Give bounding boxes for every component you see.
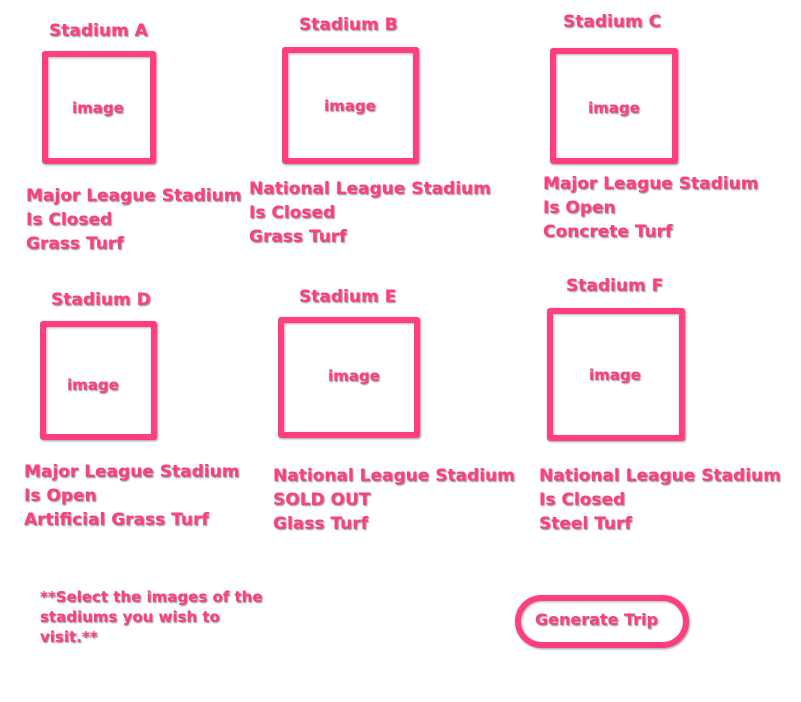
stadium-b-league: National League Stadium bbox=[249, 179, 491, 199]
stadium-d-title: Stadium D bbox=[51, 290, 151, 310]
stadium-a-turf: Grass Turf bbox=[26, 234, 124, 254]
stadium-a-title: Stadium A bbox=[49, 21, 148, 41]
stadium-d-turf: Artificial Grass Turf bbox=[24, 510, 209, 530]
stadium-d-status: Is Open bbox=[24, 486, 97, 506]
stadium-e-league: National League Stadium bbox=[273, 466, 515, 486]
stadium-c-image[interactable]: image bbox=[550, 48, 678, 164]
instructions-text: **Select the images of the stadiums you … bbox=[40, 588, 263, 646]
stadium-e-status: SOLD OUT bbox=[273, 490, 371, 510]
stadium-b-image-label: image bbox=[324, 97, 376, 115]
stadium-f-image[interactable]: image bbox=[547, 308, 685, 441]
stadium-b-title: Stadium B bbox=[299, 15, 398, 35]
generate-trip-button[interactable]: Generate Trip bbox=[515, 595, 689, 648]
stadium-a-image-label: image bbox=[72, 99, 124, 117]
stadium-d-league: Major League Stadium bbox=[24, 462, 240, 482]
stadium-c-title: Stadium C bbox=[563, 12, 662, 32]
stadium-e-image[interactable]: image bbox=[278, 317, 420, 438]
stadium-f-status: Is Closed bbox=[539, 490, 626, 510]
stadium-f-league: National League Stadium bbox=[539, 466, 781, 486]
stadium-e-turf: Glass Turf bbox=[273, 514, 369, 534]
stadium-a-image[interactable]: image bbox=[42, 51, 156, 164]
stadium-f-image-label: image bbox=[589, 366, 641, 384]
stadium-f-turf: Steel Turf bbox=[539, 514, 632, 534]
stadium-a-status: Is Closed bbox=[26, 210, 113, 230]
stadium-e-title: Stadium E bbox=[299, 287, 397, 307]
stadium-e-image-label: image bbox=[328, 367, 380, 385]
stadium-c-image-label: image bbox=[588, 99, 640, 117]
stadium-b-turf: Grass Turf bbox=[249, 227, 347, 247]
stadium-c-league: Major League Stadium bbox=[543, 174, 759, 194]
stadium-c-status: Is Open bbox=[543, 198, 616, 218]
stadium-a-league: Major League Stadium bbox=[26, 186, 242, 206]
stadium-c-turf: Concrete Turf bbox=[543, 222, 673, 242]
stadium-b-status: Is Closed bbox=[249, 203, 336, 223]
stadium-b-image[interactable]: image bbox=[282, 47, 419, 164]
stadium-d-image[interactable]: image bbox=[40, 321, 157, 440]
stadium-d-image-label: image bbox=[67, 376, 119, 394]
stadium-f-title: Stadium F bbox=[566, 276, 664, 296]
